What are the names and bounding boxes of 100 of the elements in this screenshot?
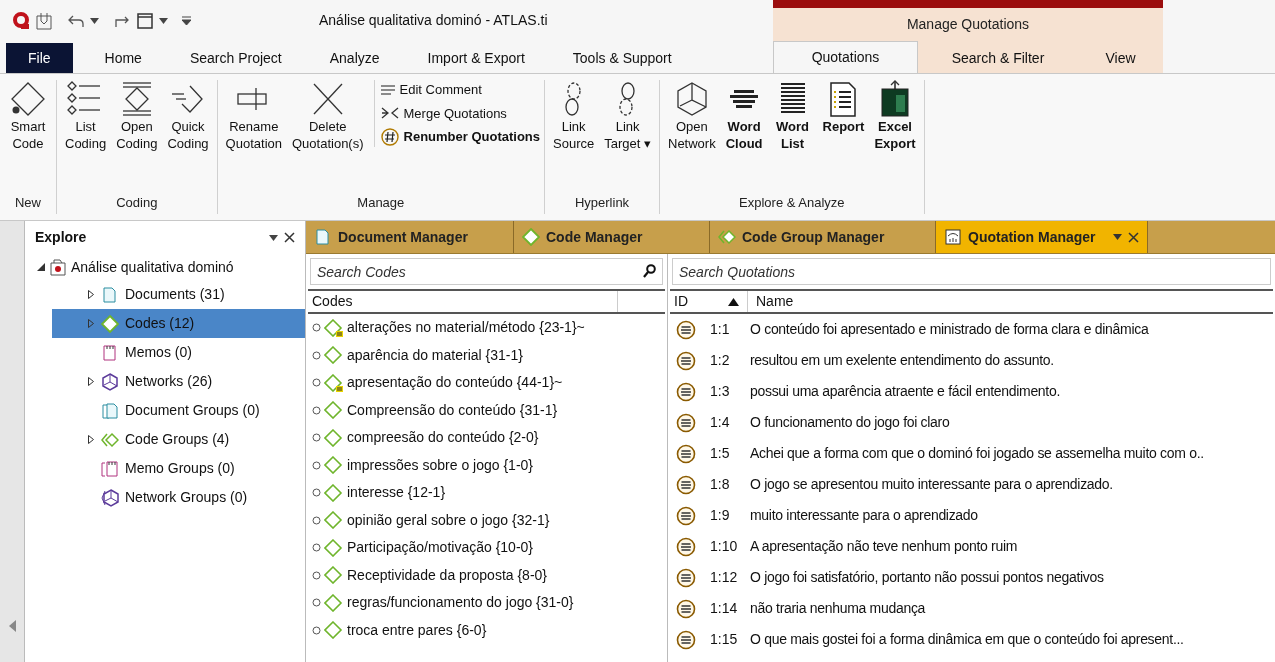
tree-item[interactable]: Documents (31) bbox=[52, 280, 305, 309]
radio-circle-icon[interactable] bbox=[312, 378, 321, 388]
close-icon[interactable] bbox=[1128, 231, 1139, 243]
save-icon[interactable] bbox=[36, 11, 52, 30]
code-item[interactable]: alterações no material/método {23-1}~ bbox=[347, 317, 585, 339]
tree-item[interactable]: Codes (12) bbox=[52, 309, 305, 338]
tree-item[interactable]: Memos (0) bbox=[52, 338, 305, 367]
radio-circle-icon[interactable] bbox=[312, 625, 321, 635]
undo-icon[interactable] bbox=[68, 13, 84, 28]
quotation-lines-icon bbox=[676, 536, 696, 557]
collapsed-triangle-icon[interactable] bbox=[88, 435, 94, 444]
table-cell-text: 1:3 bbox=[709, 382, 731, 401]
code-item[interactable]: opinião geral sobre o jogo {32-1} bbox=[347, 509, 550, 531]
ribbon-button[interactable]: Word Cloud bbox=[721, 80, 767, 152]
collapsed-triangle-icon[interactable] bbox=[88, 290, 94, 299]
code-item[interactable]: regras/funcionamento do jogo {31-0} bbox=[347, 592, 574, 614]
radio-circle-icon[interactable] bbox=[312, 515, 321, 525]
code-item[interactable]: interesse {12-1} bbox=[347, 482, 446, 504]
memo-icon bbox=[101, 343, 119, 362]
radio-circle-icon[interactable] bbox=[312, 488, 321, 498]
ribbon-button[interactable]: Delete Quotation(s) bbox=[288, 80, 368, 152]
app-logo-icon bbox=[12, 11, 30, 30]
document-tab[interactable]: Code Manager bbox=[514, 221, 710, 253]
ribbon-group-label: Explore & Analyze bbox=[738, 193, 846, 212]
ribbon-small-button[interactable]: Edit Comment bbox=[380, 80, 541, 100]
ribbon-button[interactable]: Smart Code bbox=[4, 80, 52, 152]
ribbon-tab[interactable]: Analyze bbox=[305, 43, 404, 73]
radio-circle-icon[interactable] bbox=[312, 543, 321, 553]
tree-item[interactable]: Network Groups (0) bbox=[52, 483, 305, 512]
table-cell-text: Achei que a forma com que o dominó foi jogado se assemelha muito com o.. bbox=[749, 444, 1204, 463]
ribbon-tab[interactable]: View bbox=[1078, 43, 1163, 73]
search-icon[interactable] bbox=[643, 264, 656, 278]
table-cell-text: O funcionamento do jogo foi claro bbox=[749, 413, 950, 432]
radio-circle-icon[interactable] bbox=[312, 598, 321, 608]
ribbon-tab[interactable]: Search Project bbox=[165, 43, 306, 73]
tree-item[interactable]: Networks (26) bbox=[52, 367, 305, 396]
code-item[interactable]: troca entre pares {6-0} bbox=[347, 619, 487, 641]
table-cell-text: muito interessante para o aprendizado bbox=[749, 506, 978, 525]
expanded-triangle-icon[interactable] bbox=[37, 263, 45, 271]
hexagon-icon bbox=[101, 372, 119, 391]
code-item[interactable]: Compreensão do conteúdo {31-1} bbox=[347, 399, 558, 421]
hexagon-group-icon bbox=[101, 488, 119, 507]
window-icon[interactable] bbox=[137, 12, 153, 29]
sort-ascending-icon[interactable] bbox=[728, 297, 739, 306]
ribbon-button[interactable]: Open Coding bbox=[112, 80, 162, 152]
tree-item[interactable]: Memo Groups (0) bbox=[52, 454, 305, 483]
code-item[interactable]: Participação/motivação {10-0} bbox=[347, 537, 533, 559]
table-cell-text: A apresentação não teve nenhum ponto ruim bbox=[749, 537, 1018, 556]
column-header[interactable]: ID bbox=[670, 291, 748, 312]
ribbon-group-label: Hyperlink bbox=[573, 193, 631, 212]
ribbon-button[interactable]: Word List bbox=[768, 80, 817, 152]
radio-circle-icon[interactable] bbox=[312, 405, 321, 415]
code-item[interactable]: Receptividade da proposta {8-0} bbox=[347, 564, 548, 586]
ribbon-button[interactable]: Quick Coding bbox=[163, 80, 213, 152]
panel-menu-caret-icon bbox=[269, 234, 278, 241]
radio-circle-icon[interactable] bbox=[312, 350, 321, 360]
radio-circle-icon[interactable] bbox=[312, 570, 321, 580]
radio-circle-icon[interactable] bbox=[312, 433, 321, 443]
customize-toolbar-icon[interactable] bbox=[182, 15, 191, 26]
collapsed-triangle-icon[interactable] bbox=[88, 377, 94, 386]
ribbon-button[interactable]: List Coding bbox=[61, 80, 111, 152]
ribbon-button[interactable]: Report bbox=[818, 80, 869, 135]
document-tab[interactable]: Quotation Manager bbox=[936, 221, 1148, 253]
caret-icon bbox=[159, 17, 168, 24]
ribbon-button[interactable]: Excel Export bbox=[870, 80, 920, 152]
code-item[interactable]: impressões sobre o jogo {1-0} bbox=[347, 454, 533, 476]
ribbon-button[interactable]: Rename Quotation bbox=[221, 80, 286, 152]
code-item[interactable]: apresentação do conteúdo {44-1}~ bbox=[347, 372, 563, 394]
collapse-arrow-icon[interactable] bbox=[8, 620, 16, 632]
ribbon-tab[interactable]: Home bbox=[80, 43, 166, 73]
ribbon-tab[interactable]: Tools & Support bbox=[548, 43, 696, 73]
table-cell-text: 1:15 bbox=[709, 630, 739, 649]
code-item[interactable]: aparência do material {31-1} bbox=[347, 344, 523, 366]
radio-circle-icon[interactable] bbox=[312, 460, 321, 470]
window-title: Análise qualitativa dominó - ATLAS.ti bbox=[319, 11, 548, 31]
column-header[interactable]: Codes bbox=[308, 291, 618, 312]
ribbon-button[interactable]: Link Target ▾ bbox=[600, 80, 655, 152]
ribbon-button[interactable]: Link Source bbox=[549, 80, 599, 152]
search-field[interactable]: Search Quotations bbox=[672, 258, 1271, 285]
close-icon[interactable] bbox=[284, 232, 295, 243]
ribbon-tab[interactable]: Quotations bbox=[773, 41, 918, 73]
table-cell-text: 1:1 bbox=[709, 320, 731, 339]
ribbon-small-button[interactable]: Renumber Quotations bbox=[380, 127, 541, 147]
diamond-icon bbox=[101, 314, 119, 333]
search-field[interactable]: Search Codes bbox=[310, 258, 663, 285]
document-tab[interactable]: Document Manager bbox=[306, 221, 514, 253]
tree-item[interactable]: Code Groups (4) bbox=[52, 425, 305, 454]
ribbon-tab[interactable]: Search & Filter bbox=[918, 43, 1078, 73]
column-header[interactable]: Name bbox=[748, 291, 794, 312]
memo-group-icon bbox=[101, 459, 119, 478]
tree-item[interactable]: Análise qualitativa dominó bbox=[71, 256, 234, 278]
ribbon-button[interactable]: Open Network bbox=[664, 80, 720, 152]
code-item[interactable]: compreesão do conteúdo {2-0} bbox=[347, 427, 539, 449]
quotation-lines-icon bbox=[676, 598, 696, 619]
quotation-lines-icon bbox=[676, 505, 696, 526]
ribbon-tab[interactable]: Import & Export bbox=[403, 43, 549, 73]
radio-circle-icon[interactable] bbox=[312, 323, 321, 333]
ribbon-small-button[interactable]: Merge Quotations bbox=[380, 103, 541, 123]
tree-item[interactable]: Document Groups (0) bbox=[52, 396, 305, 425]
quotation-lines-icon bbox=[676, 381, 696, 402]
